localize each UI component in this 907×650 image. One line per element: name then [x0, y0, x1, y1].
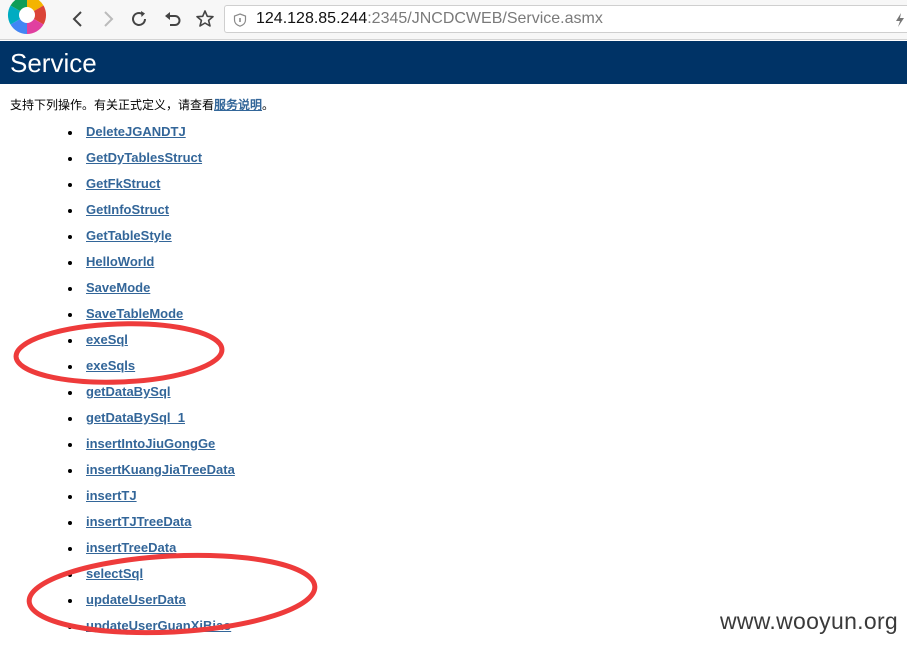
shield-icon [233, 12, 247, 27]
operation-link[interactable]: GetTableStyle [86, 228, 172, 244]
bullet-icon [68, 573, 72, 577]
operation-link[interactable]: getDataBySql [86, 384, 171, 400]
bullet-icon [68, 183, 72, 187]
operation-link[interactable]: exeSqls [86, 358, 135, 374]
url-host: 124.128.85.244 [256, 10, 368, 27]
operation-link[interactable]: selectSql [86, 566, 143, 582]
reload-icon[interactable] [128, 8, 150, 30]
bullet-icon [68, 469, 72, 473]
bullet-icon [68, 547, 72, 551]
star-icon[interactable] [194, 8, 216, 30]
forward-arrow-icon[interactable] [97, 8, 119, 30]
page-title: Service [10, 48, 97, 78]
operation-link[interactable]: updateUserData [86, 592, 186, 608]
operation-link[interactable]: insertIntoJiuGongGe [86, 436, 215, 452]
intro-text: 支持下列操作。有关正式定义，请查看服务说明。 [10, 96, 274, 114]
operation-link[interactable]: insertTJTreeData [86, 514, 192, 530]
bullet-icon [68, 495, 72, 499]
bullet-icon [68, 157, 72, 161]
operation-link[interactable]: insertTJ [86, 488, 137, 504]
operation-link[interactable]: exeSql [86, 332, 128, 348]
bullet-icon [68, 261, 72, 265]
page-heading-bar: Service [0, 41, 907, 84]
operation-link[interactable]: SaveTableMode [86, 306, 183, 322]
bullet-icon [68, 339, 72, 343]
operation-link[interactable]: DeleteJGANDTJ [86, 124, 186, 140]
back-arrow-icon[interactable] [67, 8, 89, 30]
bullet-icon [68, 521, 72, 525]
bullet-icon [68, 391, 72, 395]
bullet-icon [68, 287, 72, 291]
operation-link[interactable]: insertTreeData [86, 540, 176, 556]
lightning-icon[interactable] [895, 12, 905, 31]
annotation-ellipse [13, 321, 225, 385]
operation-link[interactable]: HelloWorld [86, 254, 154, 270]
operation-link[interactable]: GetDyTablesStruct [86, 150, 202, 166]
browser-toolbar: 124.128.85.244:2345/JNCDCWEB/Service.asm… [0, 0, 907, 40]
bullet-icon [68, 443, 72, 447]
bullet-icon [68, 417, 72, 421]
bullet-icon [68, 209, 72, 213]
undo-icon[interactable] [162, 8, 184, 30]
address-bar[interactable]: 124.128.85.244:2345/JNCDCWEB/Service.asm… [224, 5, 907, 33]
browser-logo-icon[interactable] [6, 0, 48, 36]
operation-link[interactable]: SaveMode [86, 280, 150, 296]
operation-link[interactable]: GetFkStruct [86, 176, 160, 192]
service-description-link[interactable]: 服务说明 [214, 98, 262, 112]
bullet-icon [68, 625, 72, 629]
operation-link[interactable]: updateUserGuanXiBiao [86, 618, 231, 634]
bullet-icon [68, 313, 72, 317]
bullet-icon [68, 235, 72, 239]
bullet-icon [68, 131, 72, 135]
url-path: :2345/JNCDCWEB/Service.asmx [367, 10, 603, 27]
url-text[interactable]: 124.128.85.244:2345/JNCDCWEB/Service.asm… [256, 10, 603, 28]
operation-link[interactable]: GetInfoStruct [86, 202, 169, 218]
intro-suffix: 。 [262, 98, 275, 112]
watermark: www.wooyun.org [719, 608, 898, 634]
bullet-icon [68, 599, 72, 603]
bullet-icon [68, 365, 72, 369]
intro-prefix: 支持下列操作。有关正式定义，请查看 [10, 98, 215, 112]
operation-link[interactable]: getDataBySql_1 [86, 410, 185, 426]
operation-link[interactable]: insertKuangJiaTreeData [86, 462, 235, 478]
